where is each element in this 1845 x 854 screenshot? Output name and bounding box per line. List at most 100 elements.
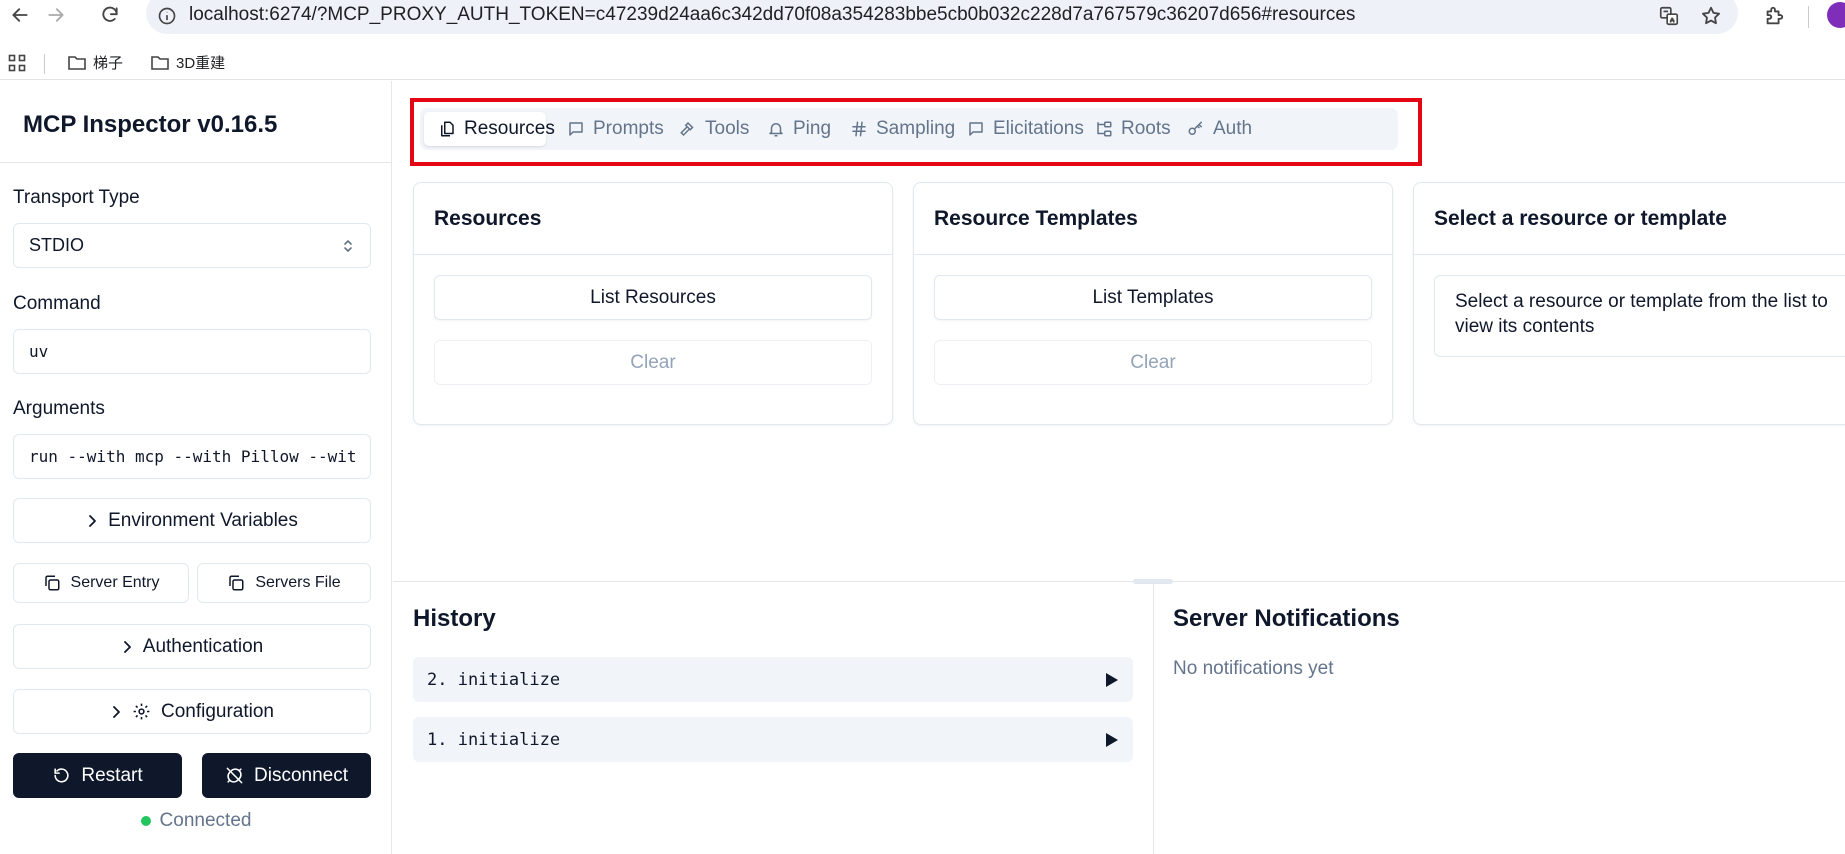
play-icon[interactable]: [1105, 672, 1119, 688]
bookmark-folder-1[interactable]: 梯子: [67, 52, 123, 73]
transport-type-value: STDIO: [29, 235, 85, 255]
resource-templates-card: Resource Templates List Templates Clear: [913, 182, 1393, 425]
history-title: History: [413, 605, 496, 632]
history-item[interactable]: 1. initialize: [413, 717, 1133, 762]
history-item-label: 1. initialize: [427, 729, 561, 750]
configuration-button[interactable]: Configuration: [13, 689, 371, 734]
restart-button[interactable]: Restart: [13, 753, 182, 798]
apps-grid-icon[interactable]: [8, 54, 26, 72]
servers-file-label: Servers File: [255, 574, 341, 591]
tab-label: Ping: [793, 118, 832, 139]
authentication-button[interactable]: Authentication: [13, 624, 371, 669]
rotate-ccw-icon: [52, 766, 71, 785]
tabs-highlight-box: Resources Prompts Tools Ping Sampling El…: [410, 98, 1422, 166]
tab-auth[interactable]: Auth: [1187, 112, 1252, 146]
servers-file-button[interactable]: Servers File: [197, 563, 371, 603]
url-text[interactable]: localhost:6274/?MCP_PROXY_AUTH_TOKEN=c47…: [189, 4, 1355, 26]
tab-elicitations[interactable]: Elicitations: [967, 112, 1084, 146]
command-input[interactable]: uv: [13, 329, 371, 374]
tab-resources[interactable]: Resources: [424, 112, 555, 146]
resource-templates-card-title: Resource Templates: [934, 207, 1138, 230]
tab-ping[interactable]: Ping: [767, 112, 831, 146]
restart-label: Restart: [81, 764, 143, 786]
list-templates-button[interactable]: List Templates: [934, 275, 1372, 320]
server-entry-label: Server Entry: [70, 574, 160, 591]
environment-variables-button[interactable]: Environment Variables: [13, 498, 371, 543]
bell-icon: [767, 120, 785, 138]
card-divider: [914, 254, 1392, 255]
bookmarks-divider: [44, 54, 45, 74]
gear-icon: [132, 702, 151, 721]
panel-vertical-divider: [1153, 582, 1154, 854]
folder-icon: [67, 54, 87, 72]
resource-detail-card: Select a resource or template Select a r…: [1413, 182, 1845, 425]
resources-card: Resources List Resources Clear: [413, 182, 893, 425]
list-resources-button[interactable]: List Resources: [434, 275, 872, 320]
play-icon[interactable]: [1105, 732, 1119, 748]
bookmark-label: 梯子: [93, 55, 124, 72]
tab-label: Roots: [1121, 118, 1171, 139]
hash-icon: [850, 120, 868, 138]
chevron-right-icon: [110, 705, 122, 719]
arguments-label: Arguments: [13, 398, 105, 419]
resources-card-title: Resources: [434, 207, 542, 230]
message-line: Select a resource or template from the l…: [1455, 291, 1828, 312]
tab-label: Resources: [464, 118, 555, 139]
sidebar: MCP Inspector v0.16.5 Transport Type STD…: [0, 81, 392, 854]
panel-divider: [393, 581, 1845, 582]
tab-label: Elicitations: [993, 118, 1084, 139]
empty-selection-message: Select a resource or template from the l…: [1434, 275, 1845, 357]
notifications-empty-text: No notifications yet: [1173, 658, 1334, 679]
folder-icon: [150, 54, 170, 72]
tab-list: Resources Prompts Tools Ping Sampling El…: [420, 108, 1398, 150]
history-item-label: 2. initialize: [427, 669, 561, 690]
environment-variables-label: Environment Variables: [108, 509, 298, 531]
hammer-icon: [679, 120, 697, 138]
toolbar-divider: [1808, 6, 1809, 28]
site-info-icon[interactable]: [155, 4, 179, 28]
authentication-label: Authentication: [142, 635, 264, 657]
folder-tree-icon: [1095, 120, 1113, 138]
history-item[interactable]: 2. initialize: [413, 657, 1133, 702]
bookmarks-bar: 梯子 3D重建: [0, 46, 1845, 80]
reload-icon[interactable]: [94, 3, 126, 27]
chevrons-up-down-icon: [341, 238, 355, 254]
key-icon: [1187, 120, 1205, 138]
tab-sampling[interactable]: Sampling: [850, 112, 955, 146]
configuration-label: Configuration: [160, 700, 275, 722]
tab-label: Auth: [1213, 118, 1253, 139]
chevron-right-icon: [121, 640, 133, 654]
bookmark-folder-2[interactable]: 3D重建: [150, 52, 225, 73]
disconnect-button[interactable]: Disconnect: [202, 753, 371, 798]
tab-prompts[interactable]: Prompts: [567, 112, 664, 146]
tab-label: Tools: [705, 118, 750, 139]
bookmark-label: 3D重建: [176, 55, 226, 72]
message-square-icon: [567, 120, 585, 138]
tab-label: Sampling: [876, 118, 956, 139]
tab-label: Prompts: [593, 118, 664, 139]
status-text: Connected: [159, 810, 252, 831]
resource-detail-card-title: Select a resource or template: [1434, 207, 1727, 230]
forward-icon[interactable]: [40, 3, 72, 27]
message-square-icon: [967, 120, 985, 138]
status-dot: [140, 816, 151, 826]
sidebar-divider: [0, 162, 392, 163]
browser-toolbar: localhost:6274/?MCP_PROXY_AUTH_TOKEN=c47…: [0, 0, 1845, 50]
tab-tools[interactable]: Tools: [679, 112, 749, 146]
files-icon: [438, 120, 456, 138]
arguments-input[interactable]: run --with mcp --with Pillow --wit: [13, 434, 371, 479]
clear-templates-button[interactable]: Clear: [934, 340, 1372, 385]
transport-type-select[interactable]: STDIO: [13, 223, 371, 268]
back-icon[interactable]: [4, 3, 36, 27]
translate-icon[interactable]: [1657, 4, 1681, 28]
server-notifications-title: Server Notifications: [1173, 605, 1400, 632]
extensions-icon[interactable]: [1762, 4, 1786, 28]
bookmark-star-icon[interactable]: [1699, 4, 1723, 28]
message-line: view its contents: [1455, 316, 1595, 337]
profile-avatar[interactable]: [1827, 2, 1845, 28]
copy-icon: [227, 574, 245, 592]
disconnect-label: Disconnect: [254, 764, 348, 786]
tab-roots[interactable]: Roots: [1095, 112, 1171, 146]
server-entry-button[interactable]: Server Entry: [13, 563, 189, 603]
clear-resources-button[interactable]: Clear: [434, 340, 872, 385]
